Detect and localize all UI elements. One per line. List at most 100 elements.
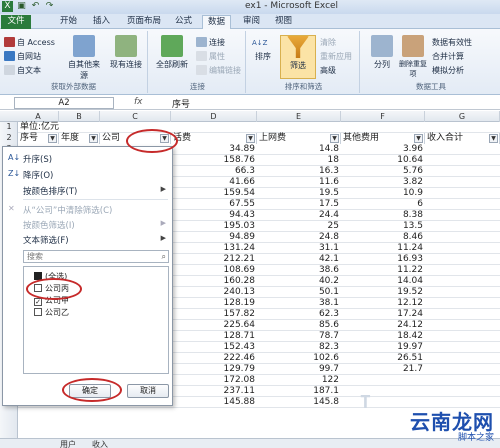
cell-f[interactable]: 6 [341, 199, 425, 210]
remove-duplicates-button[interactable]: 删除重复项 [396, 35, 430, 79]
column-header-d[interactable]: D [171, 111, 257, 122]
cell-f[interactable]: 14.04 [341, 276, 425, 287]
reapply-button[interactable]: 重新应用 [320, 51, 352, 62]
cell-d[interactable]: 225.64 [171, 320, 257, 331]
connections-button[interactable]: 连接 [196, 37, 225, 48]
cell-d[interactable]: 34.89 [171, 144, 257, 155]
cell-e[interactable]: 31.1 [257, 243, 341, 254]
cell-f[interactable]: 12.12 [341, 298, 425, 309]
refresh-all-button[interactable]: 全部刷新 [154, 35, 190, 70]
tab-data[interactable]: 数据 [202, 15, 232, 30]
cell-f[interactable]: 13.5 [341, 221, 425, 232]
cell-d[interactable]: 152.43 [171, 342, 257, 353]
redo-icon[interactable]: ↷ [44, 1, 55, 12]
cell-f[interactable]: 8.38 [341, 210, 425, 221]
filter-dropdown-arrow-icon[interactable]: ▼ [89, 134, 98, 143]
cell-d[interactable]: 160.28 [171, 276, 257, 287]
cell-d[interactable]: 108.69 [171, 265, 257, 276]
cell-f[interactable]: 11.24 [341, 243, 425, 254]
row-header[interactable]: 2 [0, 133, 18, 142]
cell-d[interactable]: 172.08 [171, 375, 257, 386]
cell-d[interactable]: 94.43 [171, 210, 257, 221]
tab-formulas[interactable]: 公式 [170, 15, 197, 29]
filter-dropdown-arrow-icon[interactable]: ▼ [414, 134, 423, 143]
cell-e[interactable]: 85.6 [257, 320, 341, 331]
cell-d[interactable]: 237.11 [171, 386, 257, 397]
cell-e[interactable]: 14.8 [257, 144, 341, 155]
header-cell[interactable]: 序号 ▼ [18, 133, 59, 144]
cancel-button[interactable]: 取消 [127, 384, 169, 398]
cell-e[interactable]: 16.3 [257, 166, 341, 177]
cell-d[interactable]: 41.66 [171, 177, 257, 188]
cell-d[interactable]: 66.3 [171, 166, 257, 177]
cell-f[interactable]: 21.7 [341, 364, 425, 375]
column-header-b[interactable]: B [59, 111, 100, 122]
cell-e[interactable]: 102.6 [257, 353, 341, 364]
column-header-e[interactable]: E [257, 111, 341, 122]
cell-f[interactable]: 19.97 [341, 342, 425, 353]
text-filters-item[interactable]: 文本筛选(F) [23, 234, 69, 246]
cell-e[interactable]: 62.3 [257, 309, 341, 320]
edit-links-button[interactable]: 编辑链接 [196, 65, 241, 76]
filter-item-company-yi[interactable]: 公司乙 [34, 307, 69, 318]
what-if-analysis-button[interactable]: 模拟分析 [432, 65, 464, 76]
from-access-button[interactable]: 自 Access [4, 37, 55, 48]
sort-by-color-item[interactable]: 按颜色排序(T) [23, 185, 77, 197]
cell-e[interactable]: 145.8 [257, 397, 341, 408]
cell-f[interactable]: 11.22 [341, 265, 425, 276]
header-cell[interactable]: 公司 ▼ [100, 133, 171, 144]
cell-e[interactable]: 11.6 [257, 177, 341, 188]
tab-review[interactable]: 审阅 [238, 15, 265, 29]
column-header-f[interactable]: F [341, 111, 425, 122]
existing-connections-button[interactable]: 现有连接 [108, 35, 144, 70]
cell-e[interactable]: 24.8 [257, 232, 341, 243]
cell-f[interactable]: 3.82 [341, 177, 425, 188]
cell-d[interactable]: 128.19 [171, 298, 257, 309]
cell-f[interactable]: 18.42 [341, 331, 425, 342]
filter-dropdown-arrow-icon[interactable]: ▼ [330, 134, 339, 143]
fx-icon[interactable]: fx [134, 97, 143, 107]
cell-f[interactable]: 16.93 [341, 254, 425, 265]
column-header-a[interactable]: A [18, 111, 59, 122]
cell-f[interactable]: 26.51 [341, 353, 425, 364]
header-cell[interactable]: 其他费用 ▼ [341, 133, 425, 144]
header-cell[interactable]: 话费 ▼ [171, 133, 257, 144]
sheet-tab-users[interactable]: 用户 [60, 439, 76, 448]
cell-e[interactable]: 25 [257, 221, 341, 232]
advanced-button[interactable]: 高级 [320, 65, 336, 76]
cell-e[interactable]: 38.1 [257, 298, 341, 309]
cell-f[interactable]: 17.24 [341, 309, 425, 320]
cell-e[interactable]: 99.7 [257, 364, 341, 375]
cell-f[interactable]: 3.96 [341, 144, 425, 155]
cell-d[interactable]: 212.21 [171, 254, 257, 265]
cell-f[interactable]: 10.9 [341, 188, 425, 199]
ok-button[interactable]: 确定 [69, 384, 111, 398]
cell-d[interactable]: 157.82 [171, 309, 257, 320]
sheet-tab-income[interactable]: 收入 [92, 439, 108, 448]
from-web-button[interactable]: 自网站 [4, 51, 41, 62]
save-icon[interactable]: ▣ [16, 1, 27, 12]
cell-d[interactable]: 128.71 [171, 331, 257, 342]
cell-d[interactable]: 67.55 [171, 199, 257, 210]
cell-d[interactable]: 222.46 [171, 353, 257, 364]
unit-label[interactable]: 单位:亿元 [18, 122, 61, 133]
cell-e[interactable]: 78.7 [257, 331, 341, 342]
clear-button[interactable]: 清除 [320, 37, 336, 48]
cell-f[interactable]: 10.64 [341, 155, 425, 166]
text-to-columns-button[interactable]: 分列 [364, 35, 400, 70]
cell-e[interactable]: 17.5 [257, 199, 341, 210]
cell-e[interactable]: 82.3 [257, 342, 341, 353]
filter-dropdown-arrow-icon[interactable]: ▼ [160, 134, 169, 143]
sort-descending-item[interactable]: 降序(O) [23, 169, 53, 181]
column-header-g[interactable]: G [425, 111, 500, 122]
cell-e[interactable]: 42.1 [257, 254, 341, 265]
properties-button[interactable]: 属性 [196, 51, 225, 62]
cell-e[interactable]: 19.5 [257, 188, 341, 199]
filter-item-company-jia[interactable]: ✓ 公司甲 [34, 295, 69, 306]
filter-by-color-item[interactable]: 按颜色筛选(I) [23, 219, 75, 231]
tab-view[interactable]: 视图 [270, 15, 297, 29]
from-text-button[interactable]: 自文本 [4, 65, 41, 76]
name-box[interactable]: A2 [14, 97, 114, 109]
cell-d[interactable]: 94.89 [171, 232, 257, 243]
header-cell[interactable]: 上网费 ▼ [257, 133, 341, 144]
